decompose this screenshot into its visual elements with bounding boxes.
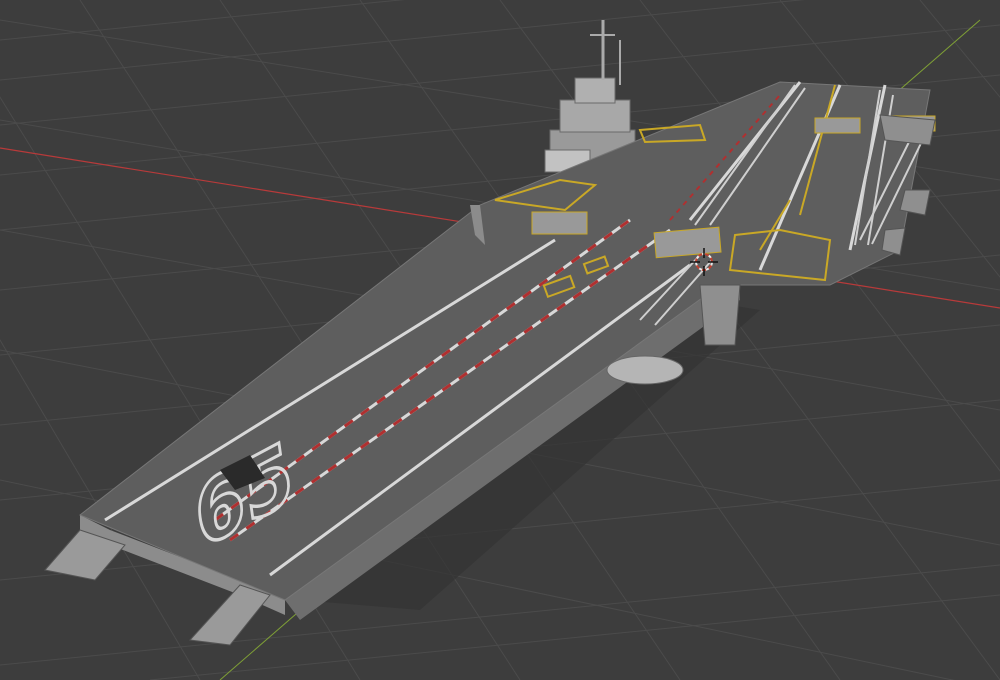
bow-ramp-right <box>188 584 271 646</box>
viewport-canvas[interactable]: 65 <box>0 0 1000 680</box>
3d-viewport[interactable]: 65 <box>0 0 1000 680</box>
elevator-1 <box>653 226 722 259</box>
side-pod <box>606 355 684 385</box>
elevator-2 <box>814 117 861 134</box>
carrier-model[interactable]: 65 <box>44 20 936 646</box>
elevator-4 <box>531 211 588 235</box>
